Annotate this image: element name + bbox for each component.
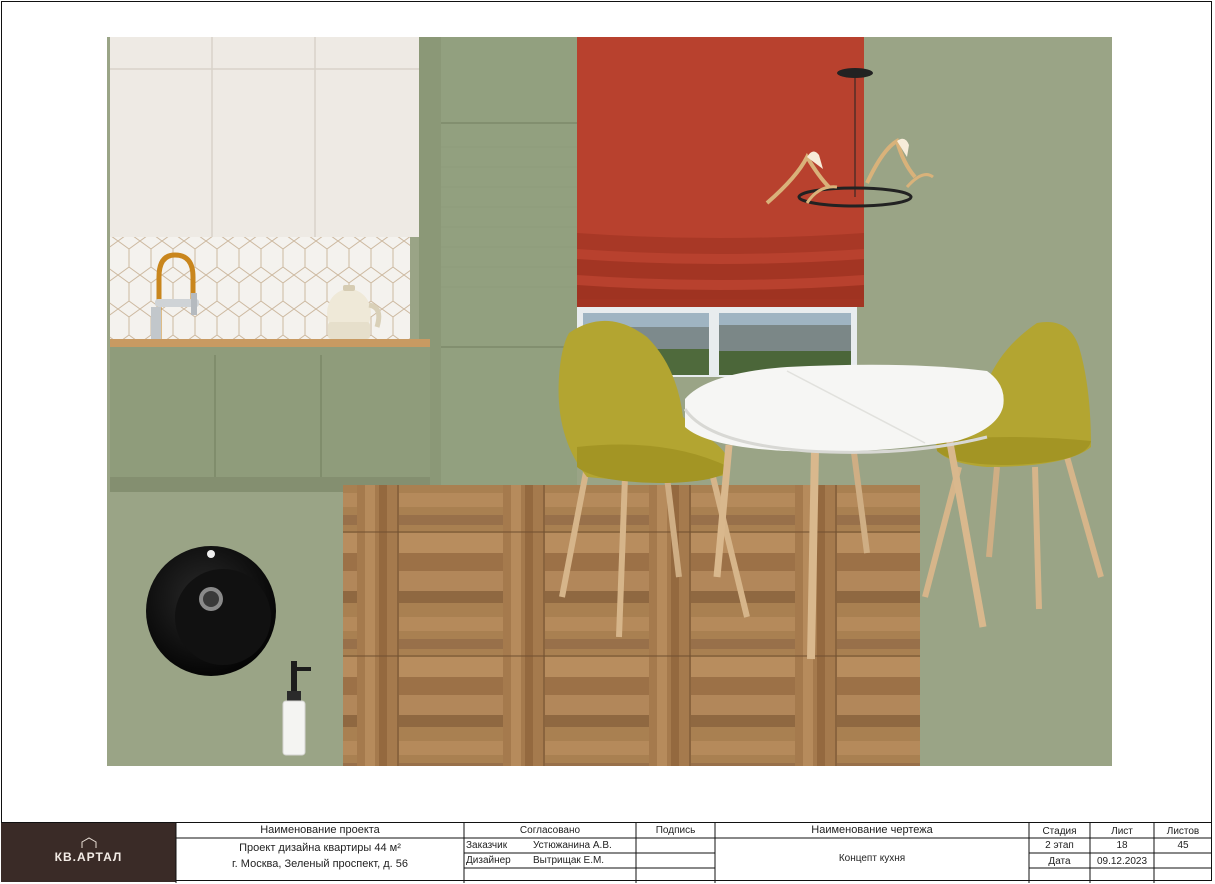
upper-cabinets [110, 37, 419, 237]
sheets-value: 45 [1177, 840, 1189, 851]
sheet-value: 18 [1116, 840, 1128, 851]
client-role: Заказчик [466, 840, 508, 851]
roman-blind [577, 37, 864, 307]
date-label: Дата [1048, 856, 1071, 867]
signature-header: Подпись [655, 825, 696, 836]
client-name: Устюжанина А.В. [533, 840, 612, 851]
project-header: Наименование проекта [260, 824, 380, 836]
stage-header: Стадия [1042, 826, 1077, 837]
tall-cabinets [419, 37, 577, 492]
kitchen-concept-collage [107, 37, 1112, 766]
drawing-name: Концепт кухня [838, 853, 906, 864]
project-line-1: Проект дизайна квартиры 44 м² [239, 842, 401, 854]
round-sink-icon [146, 546, 276, 676]
title-block: КВ.АРТАЛ Наименование проекта Проект диз… [1, 822, 1212, 883]
lower-cabinets [110, 339, 430, 492]
sheet-header: Лист [1111, 826, 1133, 837]
parquet-floor-sample [343, 485, 920, 766]
agreed-header: Согласовано [519, 825, 581, 836]
designer-role: Дизайнер [466, 855, 511, 866]
sheets-header: Листов [1166, 826, 1200, 837]
designer-name: Вытрищак Е.М. [533, 855, 605, 866]
date-value: 09.12.2023 [1096, 856, 1148, 867]
stage-value: 2 этап [1045, 840, 1074, 851]
drawing-header: Наименование чертежа [811, 824, 933, 836]
project-line-2: г. Москва, Зеленый проспект, д. 56 [232, 858, 408, 870]
